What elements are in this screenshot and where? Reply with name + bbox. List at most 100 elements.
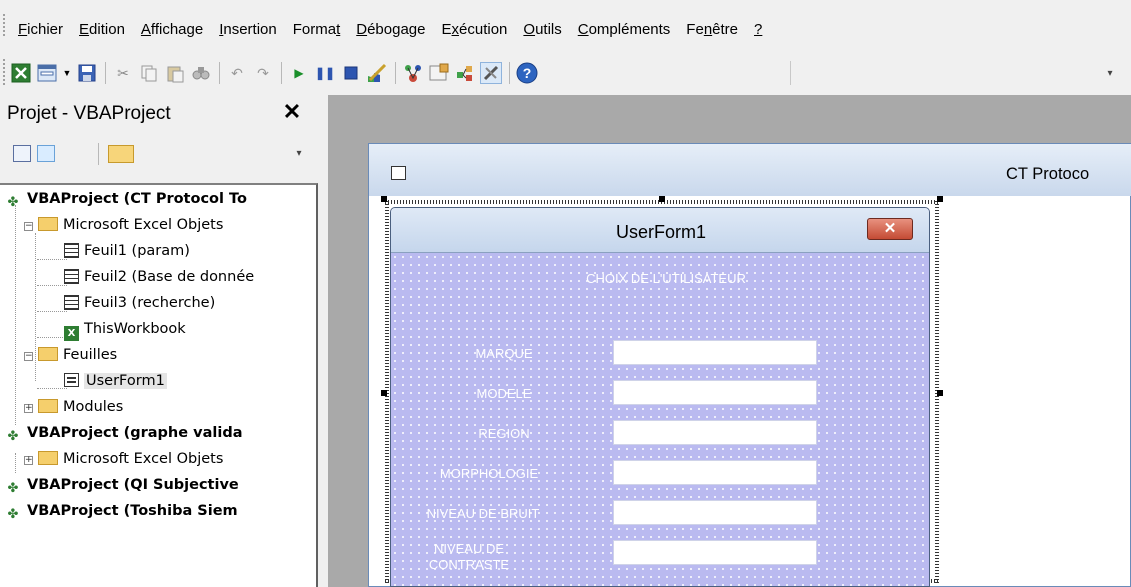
toggle-folders-icon[interactable] <box>108 145 134 163</box>
tree-item-label: VBAProject (CT Protocol To <box>27 191 247 207</box>
form-heading-label: CHOIX DE L'UTILISATEUR <box>586 271 746 286</box>
undo-icon[interactable]: ↶ <box>226 62 248 84</box>
insert-userform-icon[interactable] <box>36 62 58 84</box>
project-explorer-icon[interactable] <box>402 62 424 84</box>
design-mode-icon[interactable] <box>366 62 388 84</box>
textbox-niveau-contraste[interactable] <box>613 540 817 565</box>
menu-debogage[interactable]: Débogage <box>356 21 425 38</box>
tree-item-project-toshiba[interactable]: ✤ VBAProject (Toshiba Siem <box>4 500 238 522</box>
help-icon[interactable]: ? <box>516 62 538 84</box>
userform-window-icon <box>391 166 406 180</box>
label-region[interactable]: REGION <box>439 426 569 442</box>
expand-icon[interactable]: + <box>24 404 33 413</box>
run-icon[interactable]: ▶ <box>288 62 310 84</box>
object-browser-icon[interactable] <box>454 62 476 84</box>
vba-project-icon: ✤ <box>7 481 19 496</box>
find-icon[interactable] <box>190 62 212 84</box>
designer-titlebar[interactable]: CT Protoco <box>369 144 1131 196</box>
resize-handle[interactable] <box>381 390 387 396</box>
tree-item-excel-objects[interactable]: − Microsoft Excel Objets <box>24 214 223 236</box>
userform-close-icon[interactable]: ✕ <box>867 218 913 240</box>
userform-titlebar[interactable]: UserForm1 ✕ <box>391 208 929 253</box>
tree-item-feuil2[interactable]: Feuil2 (Base de donnée <box>64 266 254 288</box>
cut-icon[interactable]: ✂ <box>112 62 134 84</box>
label-niveau-bruit[interactable]: NIVEAU DE BRUIT <box>418 506 548 522</box>
toolbar-separator <box>509 62 510 84</box>
userform1[interactable]: UserForm1 ✕ CHOIX DE L'UTILISATEUR MARQU… <box>390 207 930 587</box>
userform-title: UserForm1 <box>615 222 706 242</box>
tree-item-userform1[interactable]: UserForm1 <box>64 370 167 392</box>
menu-bar-grip[interactable] <box>3 14 6 36</box>
menu-affichage[interactable]: Affichage <box>141 21 203 38</box>
expand-icon[interactable]: + <box>24 456 33 465</box>
folder-closed-icon <box>38 451 58 465</box>
menu-insertion[interactable]: Insertion <box>219 21 277 38</box>
tree-item-modules[interactable]: + Modules <box>24 396 123 418</box>
tree-item-label: Feuil1 (param) <box>84 243 190 259</box>
textbox-modele[interactable] <box>613 380 817 405</box>
tree-item-project-ct-protocol[interactable]: ✤ VBAProject (CT Protocol To <box>4 188 247 210</box>
project-pane-title: Projet - VBAProject <box>7 103 171 124</box>
label-morphologie[interactable]: MORPHOLOGIE <box>424 466 554 482</box>
menu-edition[interactable]: Edition <box>79 21 125 38</box>
menu-outils[interactable]: Outils <box>523 21 561 38</box>
tree-item-label: ThisWorkbook <box>84 321 186 337</box>
vba-project-icon: ✤ <box>7 195 19 210</box>
tree-item-project-graphe[interactable]: ✤ VBAProject (graphe valida <box>4 422 243 444</box>
toolbar-separator <box>219 62 220 84</box>
label-modele[interactable]: MODELE <box>439 386 569 402</box>
tree-item-feuil3[interactable]: Feuil3 (recherche) <box>64 292 215 314</box>
break-icon[interactable]: ❚❚ <box>314 62 336 84</box>
toolbox-icon[interactable] <box>480 62 502 84</box>
worksheet-icon <box>64 243 79 258</box>
properties-icon[interactable] <box>428 62 450 84</box>
project-toolbar-chevron-icon[interactable]: ▾ <box>292 143 306 165</box>
tree-item-label: Microsoft Excel Objets <box>63 451 224 467</box>
tree-item-project-qi[interactable]: ✤ VBAProject (QI Subjective <box>4 474 239 496</box>
toolbar-separator <box>281 62 282 84</box>
dropdown-arrow-icon[interactable]: ▼ <box>62 62 72 84</box>
resize-handle[interactable] <box>381 196 387 202</box>
tree-item-feuilles[interactable]: − Feuilles <box>24 344 117 366</box>
userform-canvas[interactable]: CHOIX DE L'UTILISATEUR MARQUE MODELE REG… <box>391 253 929 586</box>
view-object-icon[interactable] <box>37 145 55 162</box>
project-pane-close-icon[interactable]: ✕ <box>280 99 304 125</box>
toolbar-grip[interactable] <box>3 59 6 85</box>
tree-item-label: Microsoft Excel Objets <box>63 217 224 233</box>
redo-icon[interactable]: ↷ <box>252 62 274 84</box>
svg-text:?: ? <box>523 65 532 81</box>
textbox-marque[interactable] <box>613 340 817 365</box>
tree-item-excel-objects-2[interactable]: + Microsoft Excel Objets <box>24 448 223 470</box>
tree-item-thisworkbook[interactable]: X ThisWorkbook <box>64 318 186 341</box>
collapse-icon[interactable]: − <box>24 352 33 361</box>
menu-complements[interactable]: Compléments <box>578 21 671 38</box>
collapse-icon[interactable]: − <box>24 222 33 231</box>
folder-open-icon <box>38 347 58 361</box>
menu-execution[interactable]: Exécution <box>442 21 508 38</box>
copy-icon[interactable] <box>138 62 160 84</box>
toolbar-position-field <box>790 61 1090 85</box>
textbox-morphologie[interactable] <box>613 460 817 485</box>
toolbar-separator <box>395 62 396 84</box>
paste-icon[interactable] <box>164 62 186 84</box>
splitter[interactable] <box>318 95 328 587</box>
resize-handle[interactable] <box>659 196 665 202</box>
save-icon[interactable] <box>76 62 98 84</box>
label-marque[interactable]: MARQUE <box>439 346 569 362</box>
excel-view-icon[interactable] <box>10 62 32 84</box>
resize-handle[interactable] <box>937 196 943 202</box>
view-code-icon[interactable] <box>13 145 31 162</box>
textbox-region[interactable] <box>613 420 817 445</box>
folder-open-icon <box>38 217 58 231</box>
textbox-niveau-bruit[interactable] <box>613 500 817 525</box>
menu-help[interactable]: ? <box>754 21 762 38</box>
label-niveau-contraste[interactable]: NIVEAU DE CONTRASTE <box>404 541 534 573</box>
menu-format[interactable]: Format <box>293 21 341 38</box>
toolbar-separator <box>98 143 99 165</box>
reset-icon[interactable] <box>340 62 362 84</box>
tree-item-feuil1[interactable]: Feuil1 (param) <box>64 240 190 262</box>
menu-fichier[interactable]: Fichier <box>18 21 63 38</box>
menu-fenetre[interactable]: Fenêtre <box>686 21 738 38</box>
resize-handle[interactable] <box>937 390 943 396</box>
toolbar-options-chevron-icon[interactable]: ▾ <box>1103 62 1117 86</box>
